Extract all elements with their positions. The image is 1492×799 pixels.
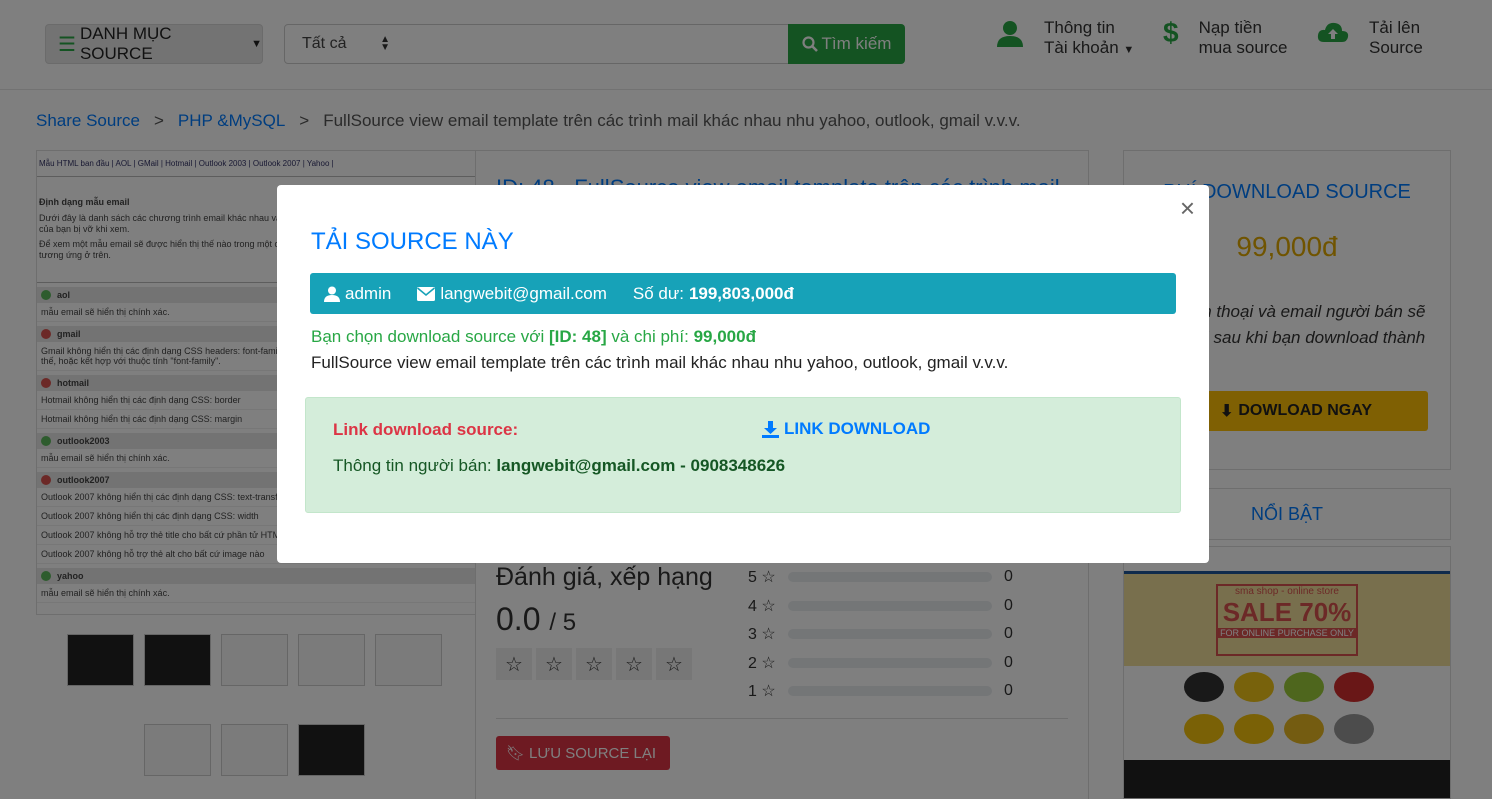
choice-id: [ID: 48] xyxy=(548,327,607,346)
link-download-label: Link download source: xyxy=(333,420,519,439)
link-download-button[interactable]: LINK DOWNLOAD xyxy=(762,419,930,439)
link-download-text: LINK DOWNLOAD xyxy=(784,419,931,438)
balance-value: 199,803,000đ xyxy=(688,283,794,303)
envelope-icon xyxy=(417,286,436,301)
account-info-bar: admin langwebit@gmail.com Số dư: 199,803… xyxy=(310,273,1176,314)
seller-value: langwebit@gmail.com - 0908348626 xyxy=(496,456,786,475)
seller-info: Thông tin người bán: langwebit@gmail.com… xyxy=(333,456,785,476)
download-choice-text: Bạn chọn download source với [ID: 48] và… xyxy=(311,327,756,347)
modal-title: TẢI SOURCE NÀY xyxy=(311,228,514,255)
download-icon xyxy=(762,420,779,438)
seller-label: Thông tin người bán: xyxy=(333,456,492,475)
choice-prefix: Bạn chọn download source với xyxy=(311,327,545,346)
download-link-box: Link download source: LINK DOWNLOAD Thôn… xyxy=(305,397,1181,513)
user-icon xyxy=(324,286,340,302)
balance-label: Số dư: xyxy=(632,283,684,303)
download-modal: × TẢI SOURCE NÀY admin langwebit@gmail.c… xyxy=(277,185,1209,563)
modal-source-name: FullSource view email template trên các … xyxy=(311,353,1009,372)
choice-mid: và chi phí: xyxy=(611,327,689,346)
account-email: langwebit@gmail.com xyxy=(440,283,607,303)
account-username: admin xyxy=(345,283,392,303)
close-icon[interactable]: × xyxy=(1180,195,1195,221)
choice-cost: 99,000đ xyxy=(693,327,756,346)
